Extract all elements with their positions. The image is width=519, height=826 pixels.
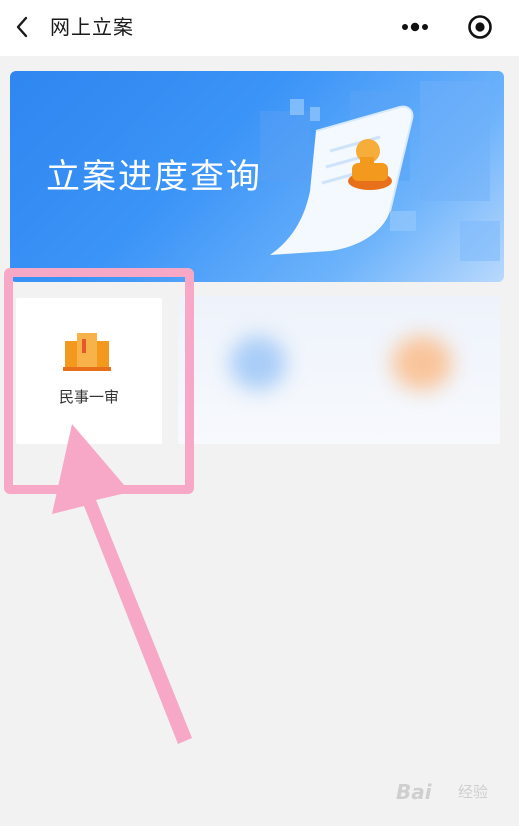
watermark-suffix: 经验 [458,783,489,801]
watermark-brand: Bai [396,780,432,804]
watermark: Bai 经验 [396,772,506,812]
annotation-arrow [52,424,192,744]
